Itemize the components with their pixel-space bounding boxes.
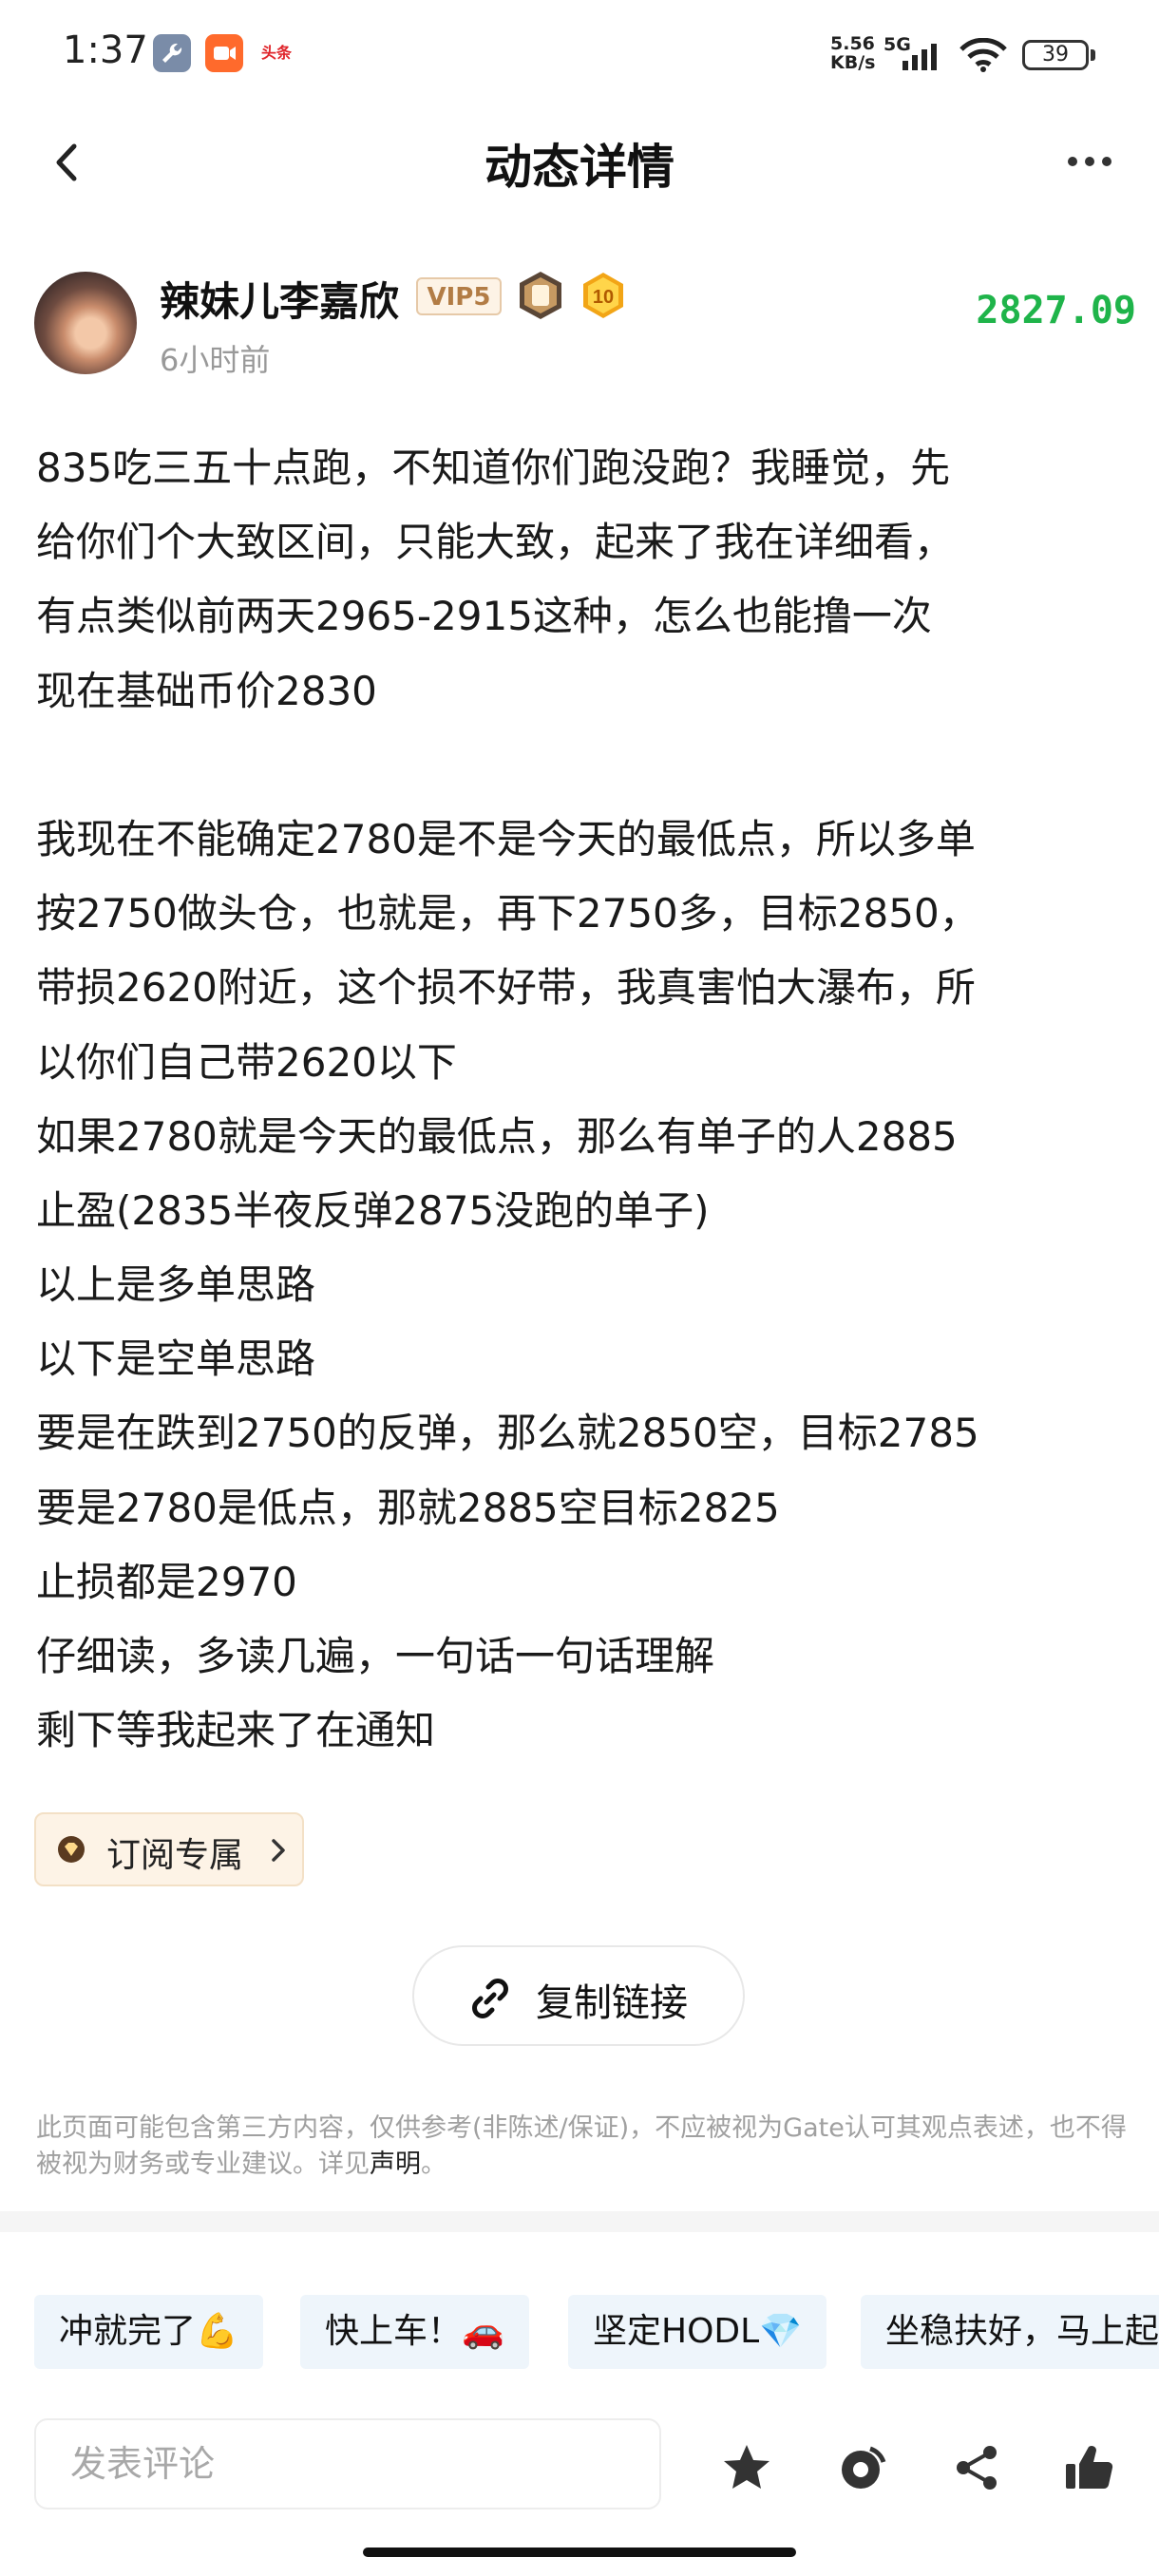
author-info: 辣妹儿李嘉欣 VIP5 10 6小时前 2827.09 bbox=[0, 262, 1159, 386]
post-line: 835吃三五十点跑，不知道你们跑没跑？我睡觉，先 bbox=[36, 445, 951, 491]
speed-value: 5.56 bbox=[830, 33, 875, 54]
medal-icon bbox=[520, 272, 561, 319]
post-line: 以你们自己带2620以下 bbox=[36, 1038, 457, 1086]
author-name[interactable]: 辣妹儿李嘉欣 bbox=[160, 270, 399, 328]
post-line: 剩下等我起来了在通知 bbox=[36, 1707, 436, 1754]
more-options-icon[interactable] bbox=[1068, 152, 1119, 171]
profit-value: 2827.09 bbox=[976, 289, 1136, 332]
post-line: 我现在不能确定2780是不是今天的最低点，所以多单 bbox=[36, 815, 976, 862]
vip-badge: VIP5 bbox=[416, 277, 502, 315]
post-content: 835吃三五十点跑，不知道你们跑没跑？我睡觉，先 给你们个大致区间，只能大致，起… bbox=[36, 431, 1129, 1768]
disclaimer-tail: 。 bbox=[421, 2150, 446, 2179]
post-time: 6小时前 bbox=[160, 342, 271, 378]
post-line: 以上是多单思路 bbox=[36, 1261, 316, 1309]
speed-unit: KB/s bbox=[830, 52, 876, 73]
video-app-icon bbox=[205, 34, 243, 72]
avatar[interactable] bbox=[34, 272, 137, 374]
level-number: 10 bbox=[593, 287, 614, 308]
quick-reply-chip[interactable]: 坐稳扶好，马上起飞 bbox=[861, 2295, 1159, 2369]
subscription-tag[interactable]: 订阅专属 bbox=[34, 1812, 304, 1886]
battery-tip bbox=[1091, 49, 1095, 61]
comment-bar: 发表评论 bbox=[0, 2394, 1159, 2536]
post-line: 现在基础币价2830 bbox=[36, 667, 377, 714]
repost-icon[interactable] bbox=[836, 2441, 889, 2494]
quick-reply-chip[interactable]: 坚定HODL💎 bbox=[568, 2295, 827, 2369]
disclaimer-text: 此页面可能包含第三方内容，仅供参考(非陈述/保证)，不应被视为Gate认可其观点… bbox=[36, 2113, 1127, 2179]
signal-icon bbox=[902, 44, 937, 70]
post-line: 要是2780是低点，那就2885空目标2825 bbox=[36, 1484, 780, 1531]
quick-reply-chip[interactable]: 冲就完了💪 bbox=[34, 2295, 263, 2369]
like-icon[interactable] bbox=[1062, 2441, 1115, 2494]
copy-link-button[interactable]: 复制链接 bbox=[412, 1945, 745, 2046]
post-line: 有点类似前两天2965-2915这种，怎么也能撸一次 bbox=[36, 593, 932, 640]
quick-reply-chip[interactable]: 快上车！🚗 bbox=[300, 2295, 529, 2369]
top-nav: 动态详情 bbox=[0, 106, 1159, 217]
post-line: 以下是空单思路 bbox=[36, 1335, 316, 1383]
network-speed: 5.56 KB/s bbox=[830, 34, 875, 72]
post-line: 按2750做头仓，也就是，再下2750多，目标2850， bbox=[36, 890, 979, 938]
post-line: 要是在跌到2750的反弹，那么就2850空，目标2785 bbox=[36, 1410, 979, 1457]
link-icon bbox=[472, 1979, 508, 2018]
copy-link-label: 复制链接 bbox=[536, 1981, 688, 2025]
status-time: 1:37 bbox=[63, 28, 148, 72]
post-line: 带损2620附近，这个损不好带，我真害怕大瀑布，所 bbox=[36, 964, 976, 1012]
home-indicator bbox=[363, 2548, 796, 2557]
star-icon[interactable] bbox=[720, 2441, 773, 2494]
post-line: 止损都是2970 bbox=[36, 1558, 297, 1605]
diamond-icon bbox=[58, 1836, 85, 1863]
battery-indicator: 39 bbox=[1022, 40, 1089, 70]
statement-link[interactable]: 声明 bbox=[370, 2150, 421, 2179]
share-icon[interactable] bbox=[950, 2441, 1003, 2494]
chevron-right-icon bbox=[272, 1839, 285, 1862]
post-line bbox=[36, 729, 1129, 803]
news-app-icon: 头条 bbox=[257, 39, 295, 67]
page-title: 动态详情 bbox=[484, 140, 674, 195]
subscription-label: 订阅专属 bbox=[106, 1836, 244, 1875]
section-divider bbox=[0, 2211, 1159, 2232]
level-badge-icon: 10 bbox=[583, 273, 623, 318]
status-bar: 1:37 头条 5.56 KB/s 5G 39 bbox=[0, 0, 1159, 106]
post-line: 如果2780就是今天的最低点，那么有单子的人2885 bbox=[36, 1112, 958, 1160]
wrench-app-icon bbox=[153, 34, 191, 72]
disclaimer: 此页面可能包含第三方内容，仅供参考(非陈述/保证)，不应被视为Gate认可其观点… bbox=[36, 2111, 1129, 2183]
post-line: 仔细读，多读几遍，一句话一句话理解 bbox=[36, 1633, 715, 1679]
post-line: 给你们个大致区间，只能大致，起来了我在详细看， bbox=[36, 519, 955, 566]
wifi-icon bbox=[960, 38, 1007, 72]
quick-replies: 冲就完了💪 快上车！🚗 坚定HODL💎 坐稳扶好，马上起飞 bbox=[0, 2295, 1159, 2371]
post-line: 止盈(2835半夜反弹2875没跑的单子) bbox=[36, 1186, 710, 1234]
comment-input[interactable]: 发表评论 bbox=[34, 2418, 661, 2510]
